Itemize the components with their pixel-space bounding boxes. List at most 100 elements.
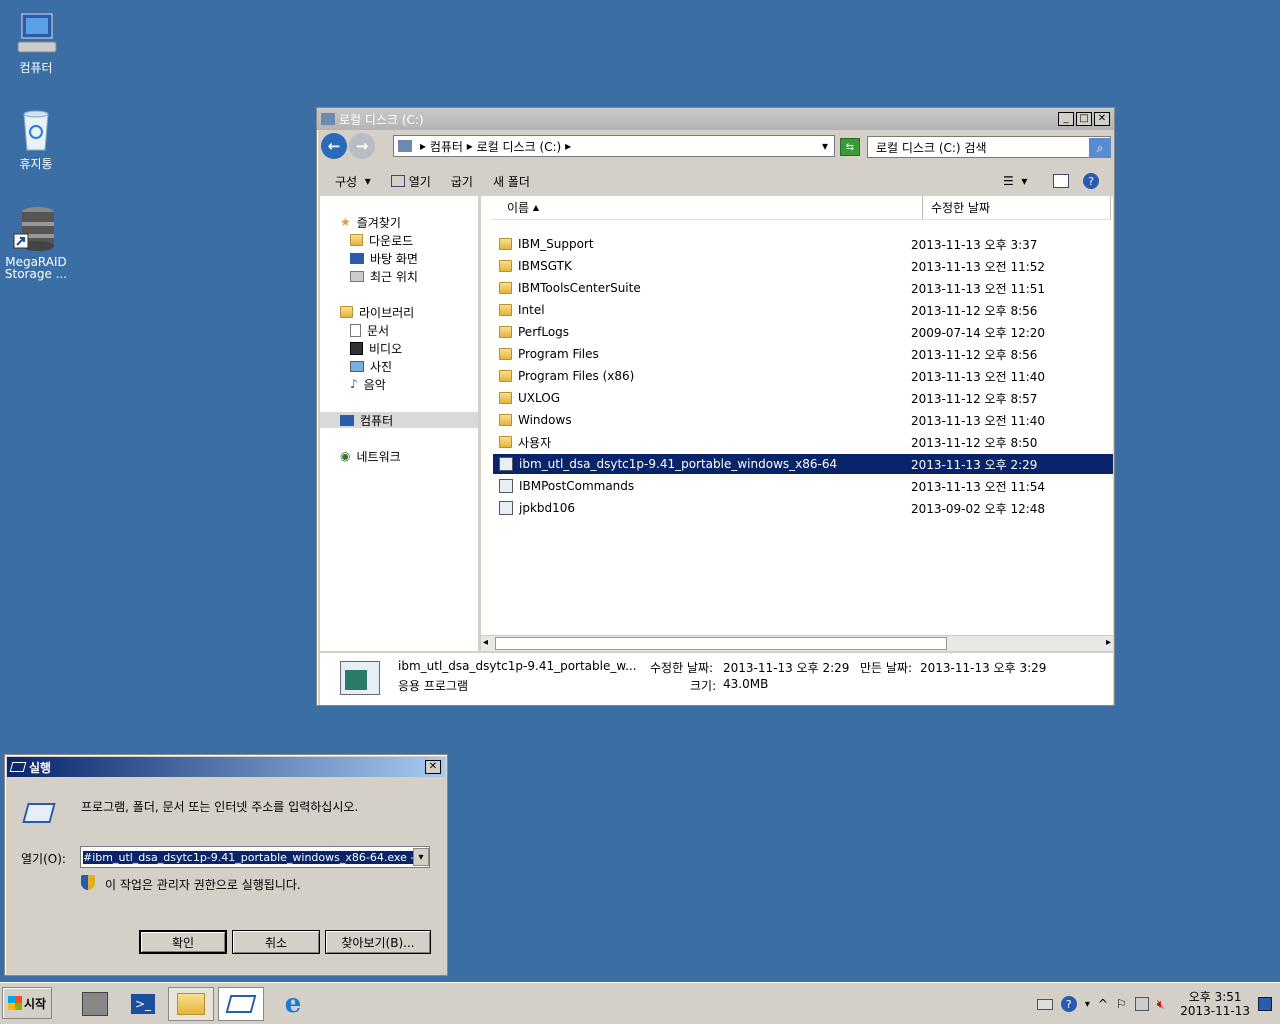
file-row[interactable]: UXLOG 2013-11-12 오후 8:57 — [493, 388, 1113, 408]
open-button[interactable]: 열기 — [390, 173, 431, 190]
file-date: 2013-11-13 오후 2:29 — [911, 457, 1038, 472]
organize-button[interactable]: 구성 ▾ — [335, 173, 371, 190]
file-row[interactable]: Program Files 2013-11-12 오후 8:56 — [493, 344, 1113, 364]
folder-icon — [499, 326, 512, 338]
file-row[interactable]: IBM_Support 2013-11-13 오후 3:37 — [493, 234, 1113, 254]
maximize-button[interactable]: □ — [1076, 112, 1092, 126]
admin-note: 이 작업은 관리자 권한으로 실행됩니다. — [105, 878, 301, 892]
burn-button[interactable]: 굽기 — [451, 173, 473, 190]
nav-item-music[interactable]: ♪ 음악 — [350, 376, 386, 392]
file-row[interactable]: jpkbd106 2013-09-02 오후 12:48 — [493, 498, 1113, 518]
options-icon[interactable]: ▾ — [1085, 999, 1090, 1010]
back-button[interactable]: ← — [321, 133, 347, 159]
browse-button[interactable]: 찾아보기(B)... — [325, 930, 431, 954]
file-row[interactable]: 사용자 2013-11-12 오후 8:50 — [493, 432, 1113, 452]
taskbar-powershell[interactable]: >_ — [120, 987, 166, 1021]
forward-button[interactable]: → — [349, 133, 375, 159]
address-bar[interactable]: ▸ 컴퓨터 ▸ 로컬 디스크 (C:) ▸ ▾ — [393, 135, 835, 157]
explorer-titlebar[interactable]: 로컬 디스크 (C:) _ □ ✕ — [317, 108, 1114, 130]
file-name-cell: Intel — [493, 303, 911, 317]
open-label: 열기(O): — [21, 852, 66, 866]
refresh-button[interactable]: ⇆ — [840, 138, 860, 156]
search-input[interactable]: 로컬 디스크 (C:) 검색 — [867, 136, 1111, 158]
desktop-icon-label: 휴지통 — [19, 157, 53, 171]
cancel-button[interactable]: 취소 — [232, 930, 320, 954]
desktop-icon-recycle-bin[interactable]: 휴지통 — [0, 106, 72, 170]
view-options-icon[interactable]: ☰ ▾ — [1003, 174, 1027, 188]
breadcrumb-computer[interactable]: 컴퓨터 — [430, 138, 463, 155]
scrollbar-thumb[interactable] — [495, 637, 947, 650]
nav-item-pictures[interactable]: 사진 — [350, 358, 392, 374]
nav-computer[interactable]: 컴퓨터 — [320, 412, 478, 428]
file-name-cell: 사용자 — [493, 434, 911, 451]
picture-icon — [350, 360, 364, 372]
new-folder-button[interactable]: 새 폴더 — [493, 173, 530, 190]
application-icon — [499, 457, 513, 471]
desktop-icon-label: MegaRAID Storage ... — [4, 255, 68, 281]
volume-muted-icon[interactable]: 🔇︎ — [1157, 997, 1165, 1012]
keyboard-icon[interactable] — [1036, 998, 1053, 1010]
column-header-modified[interactable]: 수정한 날짜 — [923, 196, 1111, 220]
file-row[interactable]: Windows 2013-11-13 오전 11:40 — [493, 410, 1113, 430]
recent-places-icon — [350, 270, 364, 282]
start-button[interactable]: 시작 — [2, 987, 52, 1019]
file-row[interactable]: IBMPostCommands 2013-11-13 오전 11:54 — [493, 476, 1113, 496]
nav-item-downloads[interactable]: 다운로드 — [350, 232, 413, 248]
taskbar-run[interactable] — [218, 987, 264, 1021]
desktop-icon-computer[interactable]: 컴퓨터 — [0, 10, 72, 74]
taskbar-internet-explorer[interactable]: e — [270, 987, 316, 1021]
run-dialog[interactable]: 실행 ✕ 프로그램, 폴더, 문서 또는 인터넷 주소를 입력하십시오. 열기(… — [4, 754, 448, 976]
scroll-right-icon[interactable]: ▸ — [1106, 637, 1111, 648]
show-desktop-icon[interactable] — [1258, 997, 1272, 1011]
nav-item-documents[interactable]: 문서 — [350, 322, 389, 338]
desktop-icon-megaraid[interactable]: MegaRAID Storage ... — [0, 204, 72, 280]
clock[interactable]: 오후 3:51 2013-11-13 — [1180, 990, 1250, 1018]
file-row[interactable]: Intel 2013-11-12 오후 8:56 — [493, 300, 1113, 320]
preview-pane-icon[interactable] — [1053, 174, 1069, 188]
explorer-window[interactable]: 로컬 디스크 (C:) _ □ ✕ ← → ▸ 컴퓨터 ▸ 로컬 디스크 (C:… — [316, 107, 1115, 706]
details-created-label: 만든 날짜: — [860, 661, 913, 675]
nav-item-videos[interactable]: 비디오 — [350, 340, 402, 356]
folder-icon — [499, 436, 512, 448]
breadcrumb-drive[interactable]: 로컬 디스크 (C:) — [477, 138, 562, 155]
taskbar-explorer[interactable] — [168, 987, 214, 1021]
taskbar-server-manager[interactable] — [72, 987, 118, 1021]
scroll-left-icon[interactable]: ◂ — [483, 637, 488, 648]
show-hidden-icons-icon[interactable]: ^ — [1098, 997, 1108, 1011]
action-center-flag-icon[interactable]: ⚐ — [1116, 997, 1127, 1011]
search-icon[interactable]: ⌕ — [1089, 138, 1111, 158]
drive-icon — [321, 113, 335, 125]
close-button[interactable]: ✕ — [425, 760, 441, 774]
network-icon[interactable] — [1134, 997, 1149, 1011]
column-header-name[interactable]: 이름 ▲ — [491, 196, 923, 220]
nav-item-desktop[interactable]: 바탕 화면 — [350, 250, 418, 266]
nav-item-recent[interactable]: 최근 위치 — [350, 268, 418, 284]
run-title: 실행 — [29, 760, 52, 775]
close-button[interactable]: ✕ — [1094, 112, 1110, 126]
file-row[interactable]: PerfLogs 2009-07-14 오후 12:20 — [493, 322, 1113, 342]
chevron-down-icon[interactable]: ▾ — [822, 139, 828, 153]
file-name-cell: IBMToolsCenterSuite — [493, 281, 911, 295]
minimize-button[interactable]: _ — [1058, 112, 1074, 126]
file-row[interactable]: IBMToolsCenterSuite 2013-11-13 오전 11:51 — [493, 278, 1113, 298]
shield-icon — [81, 875, 95, 890]
help-icon[interactable]: ? — [1083, 173, 1099, 189]
internet-explorer-icon: e — [284, 989, 302, 1019]
file-row[interactable]: Program Files (x86) 2013-11-13 오전 11:40 — [493, 366, 1113, 386]
system-tray: ? ▾ ^ ⚐ 🔇︎ 오후 3:51 2013-11-13 — [1036, 985, 1280, 1023]
open-icon — [390, 175, 405, 187]
run-titlebar[interactable]: 실행 ✕ — [7, 757, 445, 777]
file-row[interactable]: IBMSGTK 2013-11-13 오전 11:52 — [493, 256, 1113, 276]
file-date: 2013-11-13 오전 11:52 — [911, 259, 1046, 274]
file-name-cell: IBM_Support — [493, 237, 911, 251]
file-row[interactable]: ibm_utl_dsa_dsytc1p-9.41_portable_window… — [493, 454, 1113, 474]
file-name: ibm_utl_dsa_dsytc1p-9.41_portable_window… — [519, 457, 838, 471]
horizontal-scrollbar[interactable]: ◂ ▸ — [481, 635, 1113, 651]
nav-libraries[interactable]: 라이브러리 — [340, 304, 414, 320]
chevron-down-icon[interactable]: ▾ — [413, 848, 429, 866]
run-command-input[interactable]: #ibm_utl_dsa_dsytc1p-9.41_portable_windo… — [80, 846, 430, 868]
help-icon[interactable]: ? — [1060, 996, 1077, 1012]
nav-network[interactable]: ◉ 네트워크 — [340, 448, 401, 464]
nav-favorites[interactable]: ★ 즐겨찾기 — [340, 214, 401, 230]
ok-button[interactable]: 확인 — [139, 930, 227, 954]
